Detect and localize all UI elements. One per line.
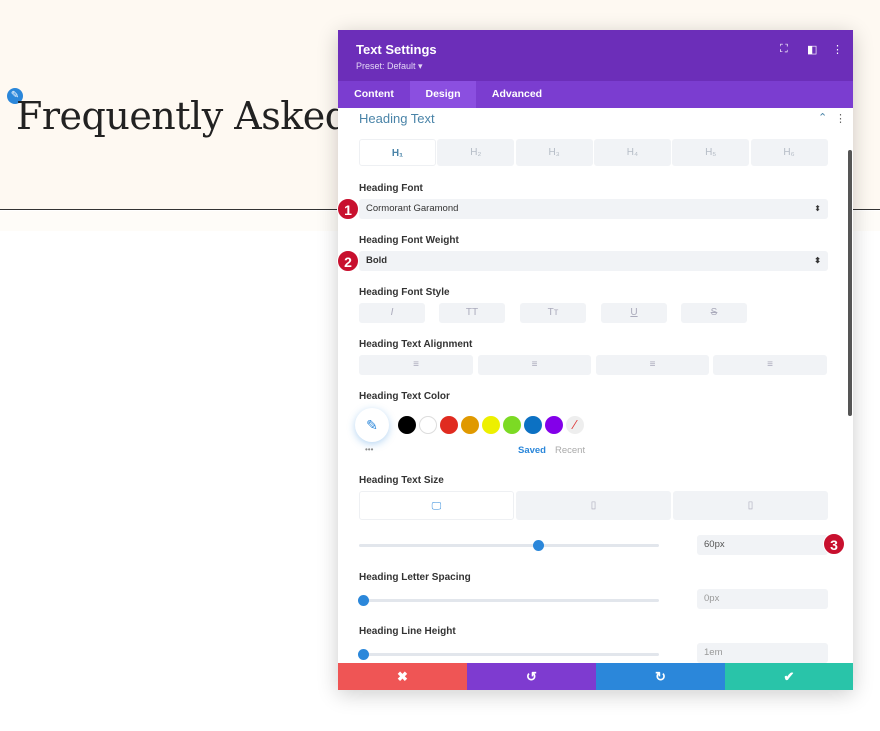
no-color-swatch[interactable]: ⁄ — [566, 416, 584, 434]
tab-design[interactable]: Design — [410, 81, 476, 108]
more-colors-icon[interactable]: ••• — [365, 445, 373, 454]
step-badge-1: 1 — [337, 198, 359, 220]
align-left-icon[interactable]: ≡ — [359, 355, 473, 375]
size-slider-handle[interactable] — [532, 540, 544, 551]
lineheight-slider[interactable] — [358, 649, 659, 660]
scrollbar[interactable] — [848, 150, 852, 416]
section-more-icon[interactable]: ⋮ — [835, 112, 846, 125]
panel-header: Text Settings Preset: Default ▾ ⛶ ◧ ⋮ — [338, 30, 853, 81]
panel-title: Text Settings — [356, 42, 437, 57]
heading-level-tab[interactable]: H₂ — [437, 139, 515, 166]
spacing-slider-handle[interactable] — [358, 595, 369, 606]
select-arrow-icon: ⬍ — [814, 204, 821, 213]
split-view-icon[interactable]: ◧ — [807, 43, 817, 56]
weight-label: Heading Font Weight — [359, 235, 459, 246]
uppercase-button[interactable]: TT — [439, 303, 505, 323]
color-swatch[interactable] — [440, 416, 458, 434]
page-heading[interactable]: Frequently Asked Q — [16, 94, 391, 138]
color-swatch[interactable] — [482, 416, 500, 434]
color-swatch[interactable] — [545, 416, 563, 434]
eyedropper-icon[interactable]: ✎ — [355, 408, 389, 442]
heading-level-tab[interactable]: H₃ — [515, 139, 593, 166]
fullscreen-icon[interactable]: ⛶ — [780, 43, 788, 56]
heading-level-tab[interactable]: H₆ — [750, 139, 828, 166]
color-swatch[interactable] — [461, 416, 479, 434]
device-tablet-icon[interactable]: ▯ — [516, 491, 671, 520]
italic-button[interactable]: I — [359, 303, 425, 323]
weight-select[interactable]: Bold ⬍ — [359, 251, 828, 271]
style-label: Heading Font Style — [359, 287, 450, 298]
step-badge-3: 3 — [823, 533, 845, 555]
align-label: Heading Text Alignment — [359, 339, 473, 350]
lineheight-slider-handle[interactable] — [358, 649, 369, 660]
spacing-label: Heading Letter Spacing — [359, 572, 471, 583]
align-justify-icon[interactable]: ≡ — [713, 355, 827, 375]
step-badge-2: 2 — [337, 250, 359, 272]
undo-button[interactable]: ↺ — [467, 663, 596, 690]
device-desktop-icon[interactable]: 🖵 — [359, 491, 514, 520]
color-swatch[interactable] — [524, 416, 542, 434]
select-arrow-icon: ⬍ — [814, 256, 821, 265]
spacing-slider[interactable] — [358, 595, 659, 606]
section-title[interactable]: Heading Text — [359, 111, 435, 126]
heading-level-tab[interactable]: H₁ — [359, 139, 436, 166]
font-value: Cormorant Garamond — [366, 203, 459, 214]
spacing-input[interactable]: 0px — [697, 589, 828, 609]
preset-dropdown[interactable]: Preset: Default ▾ — [356, 61, 423, 72]
text-settings-panel: Text Settings Preset: Default ▾ ⛶ ◧ ⋮ Co… — [338, 30, 853, 690]
font-select[interactable]: Cormorant Garamond ⬍ — [359, 199, 828, 219]
save-button[interactable]: ✔ — [725, 663, 853, 690]
weight-value: Bold — [366, 255, 388, 266]
device-phone-icon[interactable]: ▯ — [673, 491, 828, 520]
strikethrough-button[interactable]: S — [681, 303, 747, 323]
color-label: Heading Text Color — [359, 391, 450, 402]
collapse-chevron-icon[interactable]: ⌃ — [818, 111, 827, 124]
panel-tabs: Content Design Advanced — [338, 81, 853, 108]
color-swatch[interactable] — [398, 416, 416, 434]
more-options-icon[interactable]: ⋮ — [832, 43, 843, 56]
cancel-button[interactable]: ✖ — [338, 663, 467, 690]
tab-advanced[interactable]: Advanced — [476, 81, 558, 108]
size-label: Heading Text Size — [359, 475, 444, 486]
capitalize-button[interactable]: Tт — [520, 303, 586, 323]
heading-level-tab[interactable]: H₅ — [672, 139, 750, 166]
color-swatch[interactable] — [503, 416, 521, 434]
heading-level-tab[interactable]: H₄ — [593, 139, 671, 166]
lineheight-label: Heading Line Height — [359, 626, 456, 637]
saved-colors-tab[interactable]: Saved — [518, 445, 546, 456]
lineheight-input[interactable]: 1em — [697, 643, 828, 663]
redo-button[interactable]: ↻ — [596, 663, 725, 690]
recent-colors-tab[interactable]: Recent — [555, 445, 585, 456]
color-swatch[interactable] — [419, 416, 437, 434]
font-label: Heading Font — [359, 183, 423, 194]
size-input[interactable]: 60px — [697, 535, 828, 555]
tab-content[interactable]: Content — [338, 81, 410, 108]
align-right-icon[interactable]: ≡ — [596, 355, 709, 375]
underline-button[interactable]: U — [601, 303, 667, 323]
align-center-icon[interactable]: ≡ — [478, 355, 591, 375]
size-slider[interactable] — [359, 540, 659, 551]
